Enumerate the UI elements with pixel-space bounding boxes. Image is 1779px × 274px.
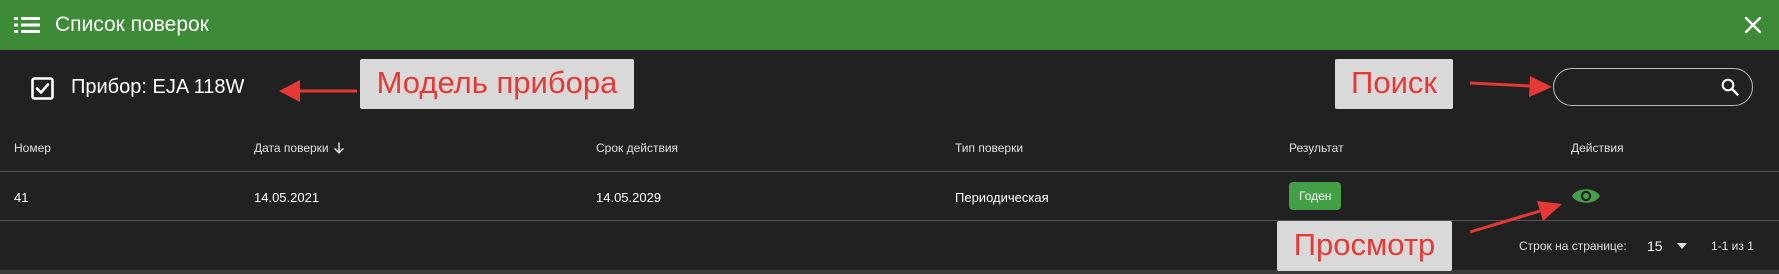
annotation-arrows [279, 76, 1562, 234]
arrow-to-view [1469, 201, 1562, 234]
arrow-to-model [279, 80, 357, 102]
arrow-to-search [1469, 76, 1552, 97]
